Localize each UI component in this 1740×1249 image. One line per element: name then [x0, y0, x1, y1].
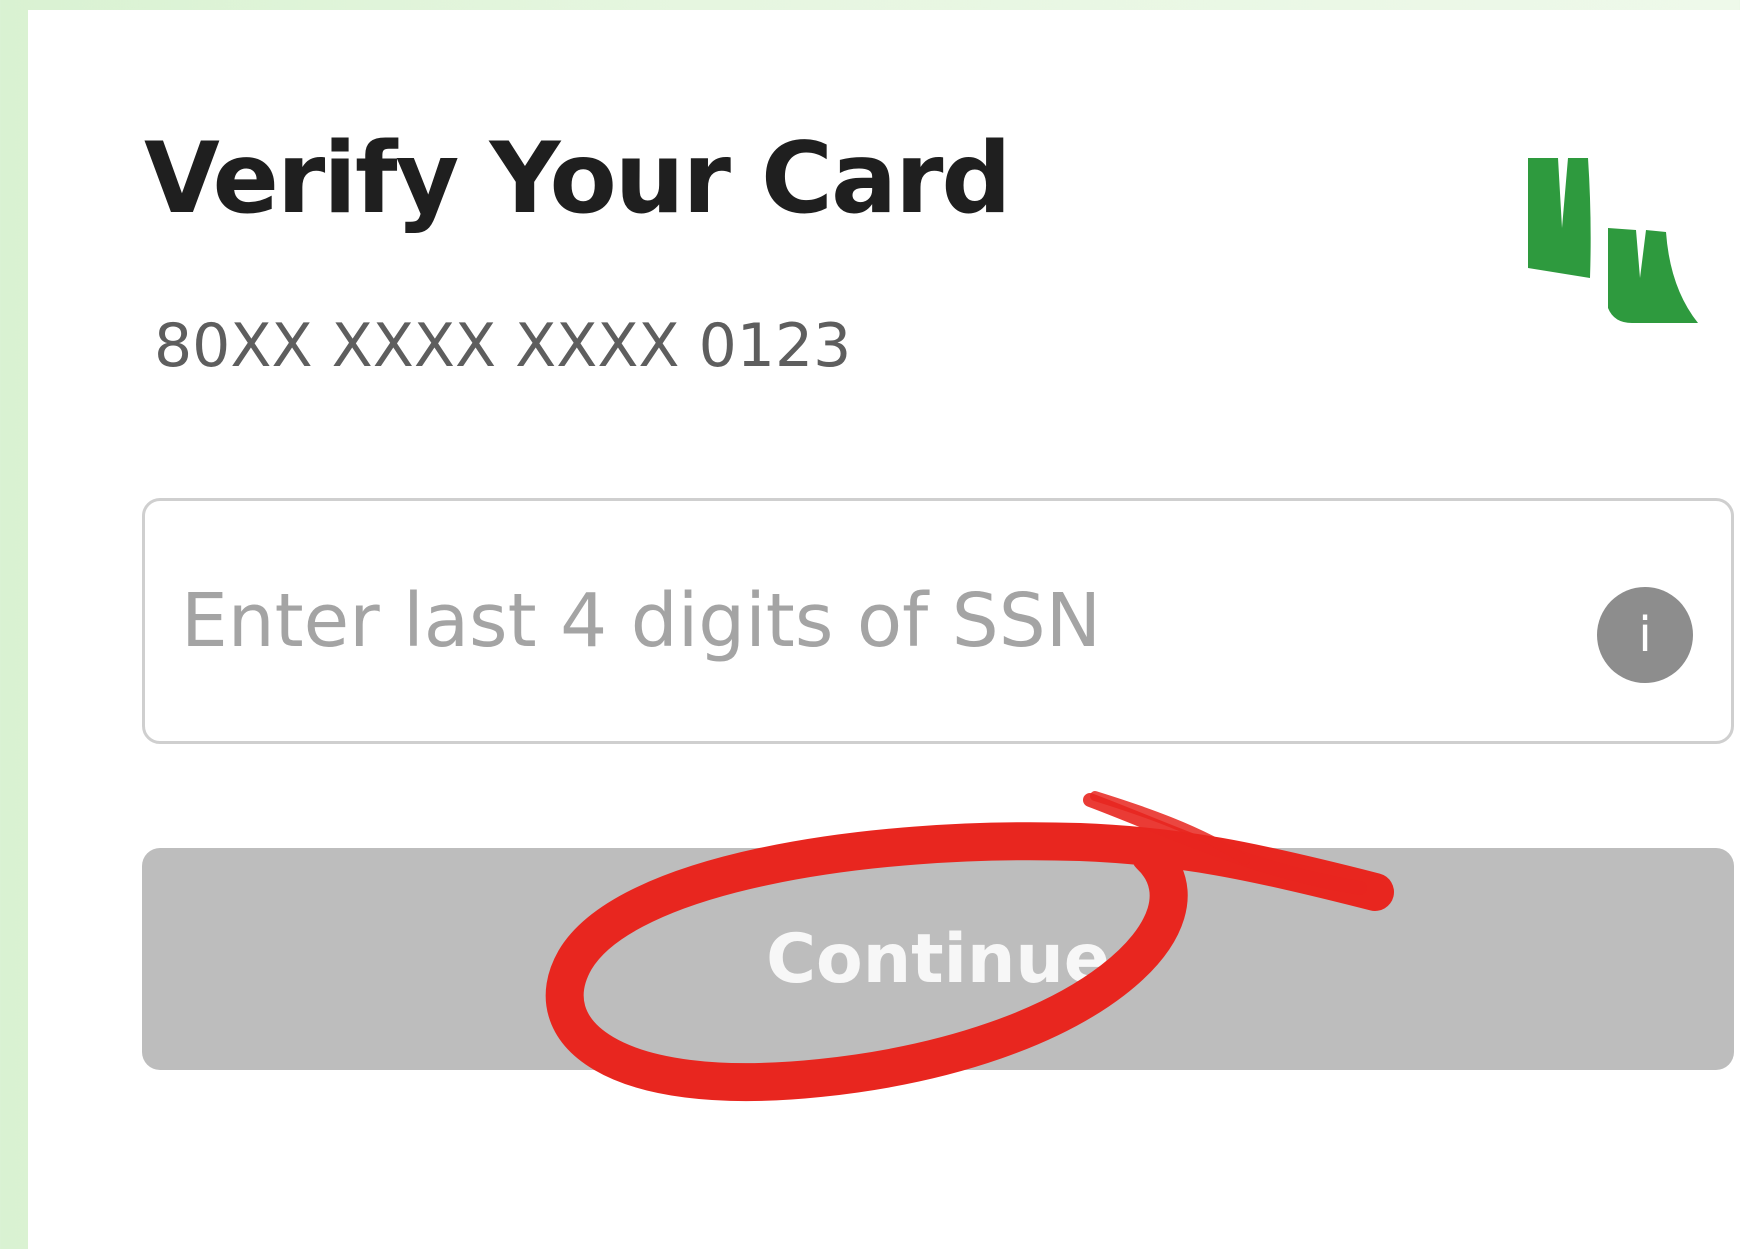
masked-card-number: 80XX XXXX XXXX 0123	[154, 311, 852, 381]
logo-right-bar	[1608, 228, 1698, 323]
continue-button[interactable]: Continue	[142, 848, 1734, 1070]
ssn-field[interactable]: i	[142, 498, 1734, 744]
ssn-input[interactable]	[181, 541, 1511, 701]
page-title: Verify Your Card	[144, 122, 1012, 236]
info-icon[interactable]: i	[1597, 587, 1693, 683]
verify-card-panel: Verify Your Card 80XX XXXX XXXX 0123 i C…	[28, 10, 1740, 1249]
logo-left-bar	[1528, 158, 1591, 278]
bank-logo	[1528, 158, 1698, 323]
